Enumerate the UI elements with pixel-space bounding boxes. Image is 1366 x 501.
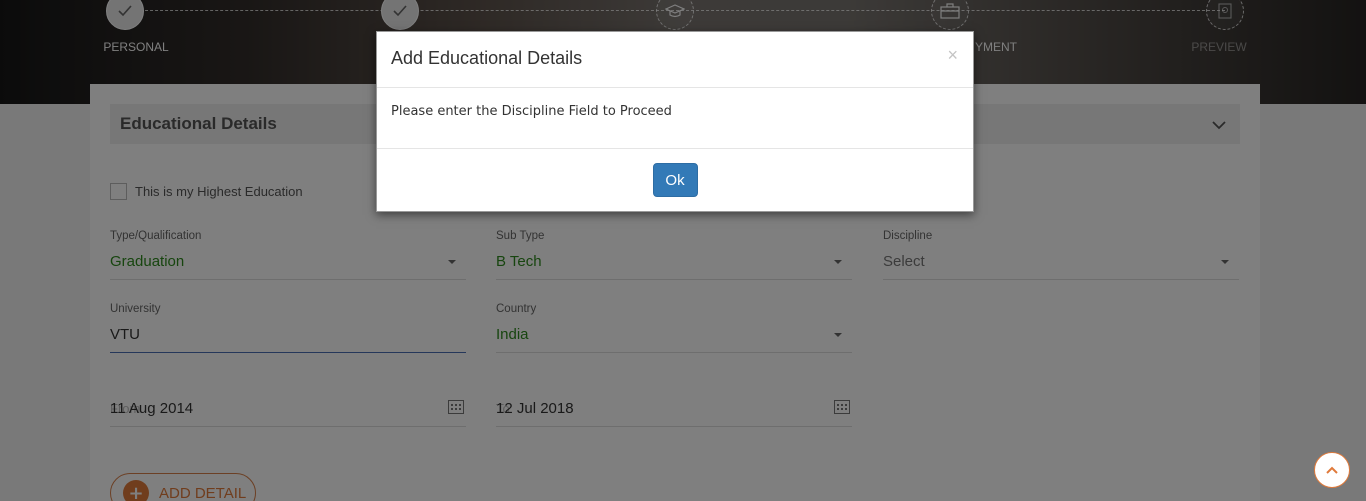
modal-message: Please enter the Discipline Field to Pro… [391,104,672,119]
modal-footer: Ok [377,149,973,211]
modal-title: Add Educational Details [391,48,583,68]
modal-header: Add Educational Details × [377,32,973,88]
ok-button[interactable]: Ok [652,163,698,197]
chevron-up-icon [1326,466,1338,474]
close-icon[interactable]: × [947,45,958,66]
alert-dialog: Add Educational Details × Please enter t… [376,31,974,212]
modal-body: Please enter the Discipline Field to Pro… [377,88,973,149]
scroll-to-top-button[interactable] [1314,452,1350,488]
